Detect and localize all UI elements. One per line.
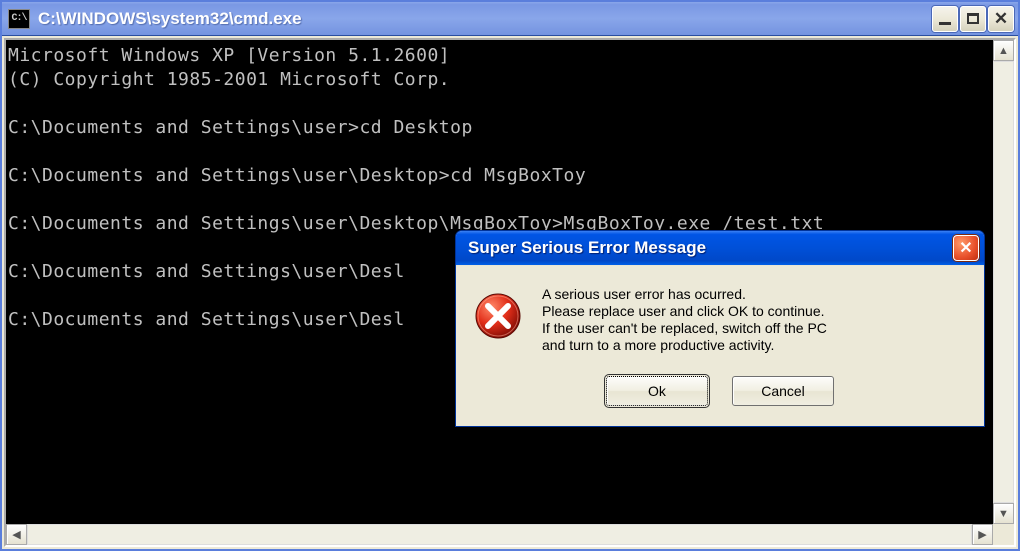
- scrollbar-corner: [993, 524, 1014, 545]
- dialog-message: A serious user error has ocurred. Please…: [542, 286, 827, 354]
- close-button[interactable]: ✕: [988, 6, 1014, 32]
- cmd-app-icon: C:\: [8, 9, 30, 29]
- vertical-scrollbar[interactable]: ▲ ▼: [993, 40, 1014, 524]
- cmd-window-title: C:\WINDOWS\system32\cmd.exe: [38, 9, 932, 29]
- close-icon: ✕: [959, 238, 972, 258]
- dialog-close-button[interactable]: ✕: [953, 235, 979, 261]
- ok-button[interactable]: Ok: [606, 376, 708, 406]
- scroll-up-button[interactable]: ▲: [993, 40, 1014, 61]
- dialog-title: Super Serious Error Message: [468, 238, 953, 258]
- scroll-track-vertical[interactable]: [993, 61, 1014, 503]
- cancel-button[interactable]: Cancel: [732, 376, 834, 406]
- scroll-right-button[interactable]: ▶: [972, 524, 993, 545]
- horizontal-scrollbar[interactable]: ◀ ▶: [6, 524, 1014, 545]
- scroll-left-button[interactable]: ◀: [6, 524, 27, 545]
- scroll-track-horizontal[interactable]: [27, 524, 972, 545]
- scroll-down-button[interactable]: ▼: [993, 503, 1014, 524]
- dialog-titlebar[interactable]: Super Serious Error Message ✕: [456, 231, 984, 265]
- dialog-body: A serious user error has ocurred. Please…: [456, 265, 984, 372]
- error-icon: [474, 292, 522, 340]
- error-dialog[interactable]: Super Serious Error Message ✕ A serio: [455, 230, 985, 427]
- cmd-titlebar[interactable]: C:\ C:\WINDOWS\system32\cmd.exe ✕: [2, 2, 1018, 36]
- dialog-button-row: Ok Cancel: [456, 372, 984, 426]
- minimize-button[interactable]: [932, 6, 958, 32]
- window-buttons: ✕: [932, 6, 1014, 32]
- maximize-button[interactable]: [960, 6, 986, 32]
